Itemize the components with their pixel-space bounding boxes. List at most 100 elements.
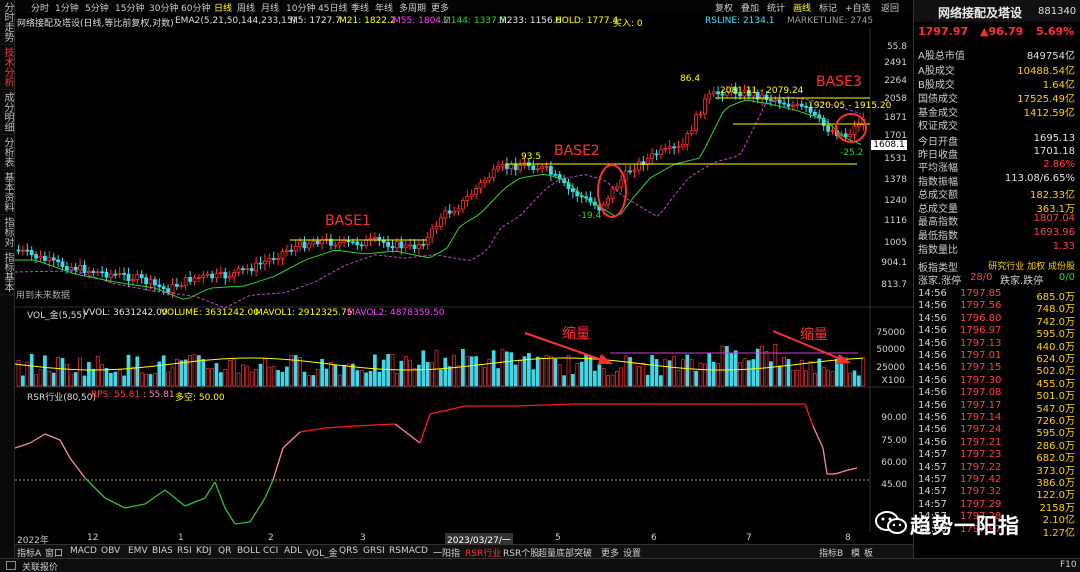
stat-value: 1701.18 xyxy=(1033,146,1075,157)
indicator-tab[interactable]: RSMACD xyxy=(389,546,428,556)
tf-fenshi[interactable]: 分时 xyxy=(31,1,49,14)
date-axis-label: 6 xyxy=(651,533,657,543)
volume-bar xyxy=(241,364,245,387)
left-tab-1[interactable]: 技术分析 xyxy=(0,45,15,90)
volume-bar xyxy=(755,348,760,387)
indicator-tab[interactable]: BIAS xyxy=(152,546,173,556)
volume-bar xyxy=(518,360,522,387)
volume-bar xyxy=(47,370,52,387)
quote-row: 1797.97 ▲96.79 5.69% xyxy=(914,22,1080,42)
indicator-tab[interactable]: QRS xyxy=(339,546,358,556)
btn-overlay[interactable]: 叠加 xyxy=(741,1,759,14)
tf-year[interactable]: 年线 xyxy=(375,1,393,14)
candle-body xyxy=(117,272,122,275)
tf-60min[interactable]: 60分钟 xyxy=(181,1,210,14)
candle-body xyxy=(359,244,364,247)
tick-time: 14:56 xyxy=(918,436,947,448)
candle-body xyxy=(73,266,78,271)
indicator-tab[interactable]: BOLL xyxy=(237,546,260,556)
btn-fuquan[interactable]: 复权 xyxy=(715,1,733,14)
volume-bar xyxy=(777,365,782,387)
candle-body xyxy=(104,271,109,278)
candle-body xyxy=(628,170,632,173)
indicator-tab[interactable]: KDJ xyxy=(196,546,212,556)
indicator-tab[interactable]: RSI xyxy=(177,546,192,556)
volume-bar xyxy=(254,369,258,387)
f10-key[interactable]: F10 xyxy=(1060,560,1077,570)
volume-bar xyxy=(201,359,206,387)
candle-body xyxy=(29,250,34,256)
left-tab-6[interactable]: 指标基本 xyxy=(0,250,15,295)
volume-bar xyxy=(170,366,175,387)
btn-stats[interactable]: 统计 xyxy=(767,1,785,14)
volume-bar xyxy=(298,357,302,387)
indicator-tab[interactable]: GRSI xyxy=(363,546,385,556)
indicator-tab[interactable]: EMV xyxy=(128,546,148,556)
left-tab-2[interactable]: 成分明细 xyxy=(0,90,15,135)
left-tab-0[interactable]: 分时走势 xyxy=(0,0,15,45)
status-text[interactable]: 关联报价 xyxy=(22,560,58,572)
indicator-tab[interactable]: QR xyxy=(218,546,231,556)
candle-body xyxy=(254,262,259,272)
rsr-segment xyxy=(124,503,146,509)
volume-bar xyxy=(747,360,751,387)
candle-body xyxy=(267,258,272,262)
volume-bar xyxy=(439,369,443,387)
btn-draw[interactable]: 画线 xyxy=(793,1,811,14)
tf-45day[interactable]: 45日线 xyxy=(318,1,347,14)
left-tab-5[interactable]: 指标对 xyxy=(0,215,15,250)
candle-body xyxy=(518,165,523,171)
volume-bar xyxy=(417,364,421,387)
volume-bar xyxy=(219,372,223,387)
indicator-tab[interactable]: MACD xyxy=(70,546,97,556)
volume-bar xyxy=(197,355,201,387)
volume-bar xyxy=(227,360,232,387)
volume-bar xyxy=(87,362,91,387)
tf-5min[interactable]: 5分钟 xyxy=(85,1,109,14)
indicator-tab[interactable]: ADL xyxy=(284,546,302,556)
indicator-tab[interactable]: OBV xyxy=(101,546,120,556)
tf-week[interactable]: 周线 xyxy=(237,1,255,14)
volume-label: VOLUME: 3631242.00 xyxy=(161,308,259,318)
volume-bar xyxy=(830,371,835,387)
chart-canvas[interactable] xyxy=(15,28,913,544)
btn-back[interactable]: 返回 xyxy=(881,1,899,14)
volume-bar xyxy=(271,366,276,387)
tf-month[interactable]: 月线 xyxy=(261,1,279,14)
left-tab-3[interactable]: 分析表 xyxy=(0,135,15,170)
tf-30min[interactable]: 30分钟 xyxy=(149,1,178,14)
volume-bar xyxy=(597,364,602,387)
tf-10min[interactable]: 10分钟 xyxy=(286,1,315,14)
volume-bar xyxy=(333,364,338,387)
candle-body xyxy=(232,271,237,278)
price-axis-label: 1531 xyxy=(884,154,907,164)
tf-day[interactable]: 日线 xyxy=(214,1,232,14)
tf-season[interactable]: 季线 xyxy=(351,1,369,14)
change-percent: 5.69% xyxy=(1036,25,1075,38)
status-bar: 关联报价 F10 xyxy=(0,558,1080,572)
indicator-tab[interactable]: CCI xyxy=(263,546,278,556)
tf-1min[interactable]: 1分钟 xyxy=(55,1,79,14)
tf-more[interactable]: 更多 xyxy=(431,1,449,14)
volume-bar xyxy=(474,356,478,387)
tick-time: 14:56 xyxy=(918,337,947,349)
candle-body xyxy=(166,288,171,293)
tick-row: 14:56 1796.80 742.0万 xyxy=(914,313,1080,328)
candle-body xyxy=(676,146,681,149)
candle-body xyxy=(544,166,549,168)
candle-body xyxy=(223,271,228,279)
candle-body xyxy=(848,134,852,138)
left-tab-4[interactable]: 基本资料 xyxy=(0,170,15,215)
tick-time: 14:57 xyxy=(918,461,947,473)
tf-15min[interactable]: 15分钟 xyxy=(115,1,144,14)
tf-multi[interactable]: 多周期 xyxy=(399,1,426,14)
volume-bar xyxy=(412,367,417,387)
volume-bar xyxy=(192,354,197,387)
btn-add-watchlist[interactable]: +自选 xyxy=(845,1,871,14)
tick-row: 14:57 1797.42 386.0万 xyxy=(914,474,1080,489)
candle-body xyxy=(214,273,219,279)
stat-key: A股总市值 xyxy=(918,51,965,62)
volume-bar xyxy=(456,365,461,387)
tick-price: 1797.23 xyxy=(960,449,1002,461)
btn-mark[interactable]: 标记 xyxy=(819,1,837,14)
